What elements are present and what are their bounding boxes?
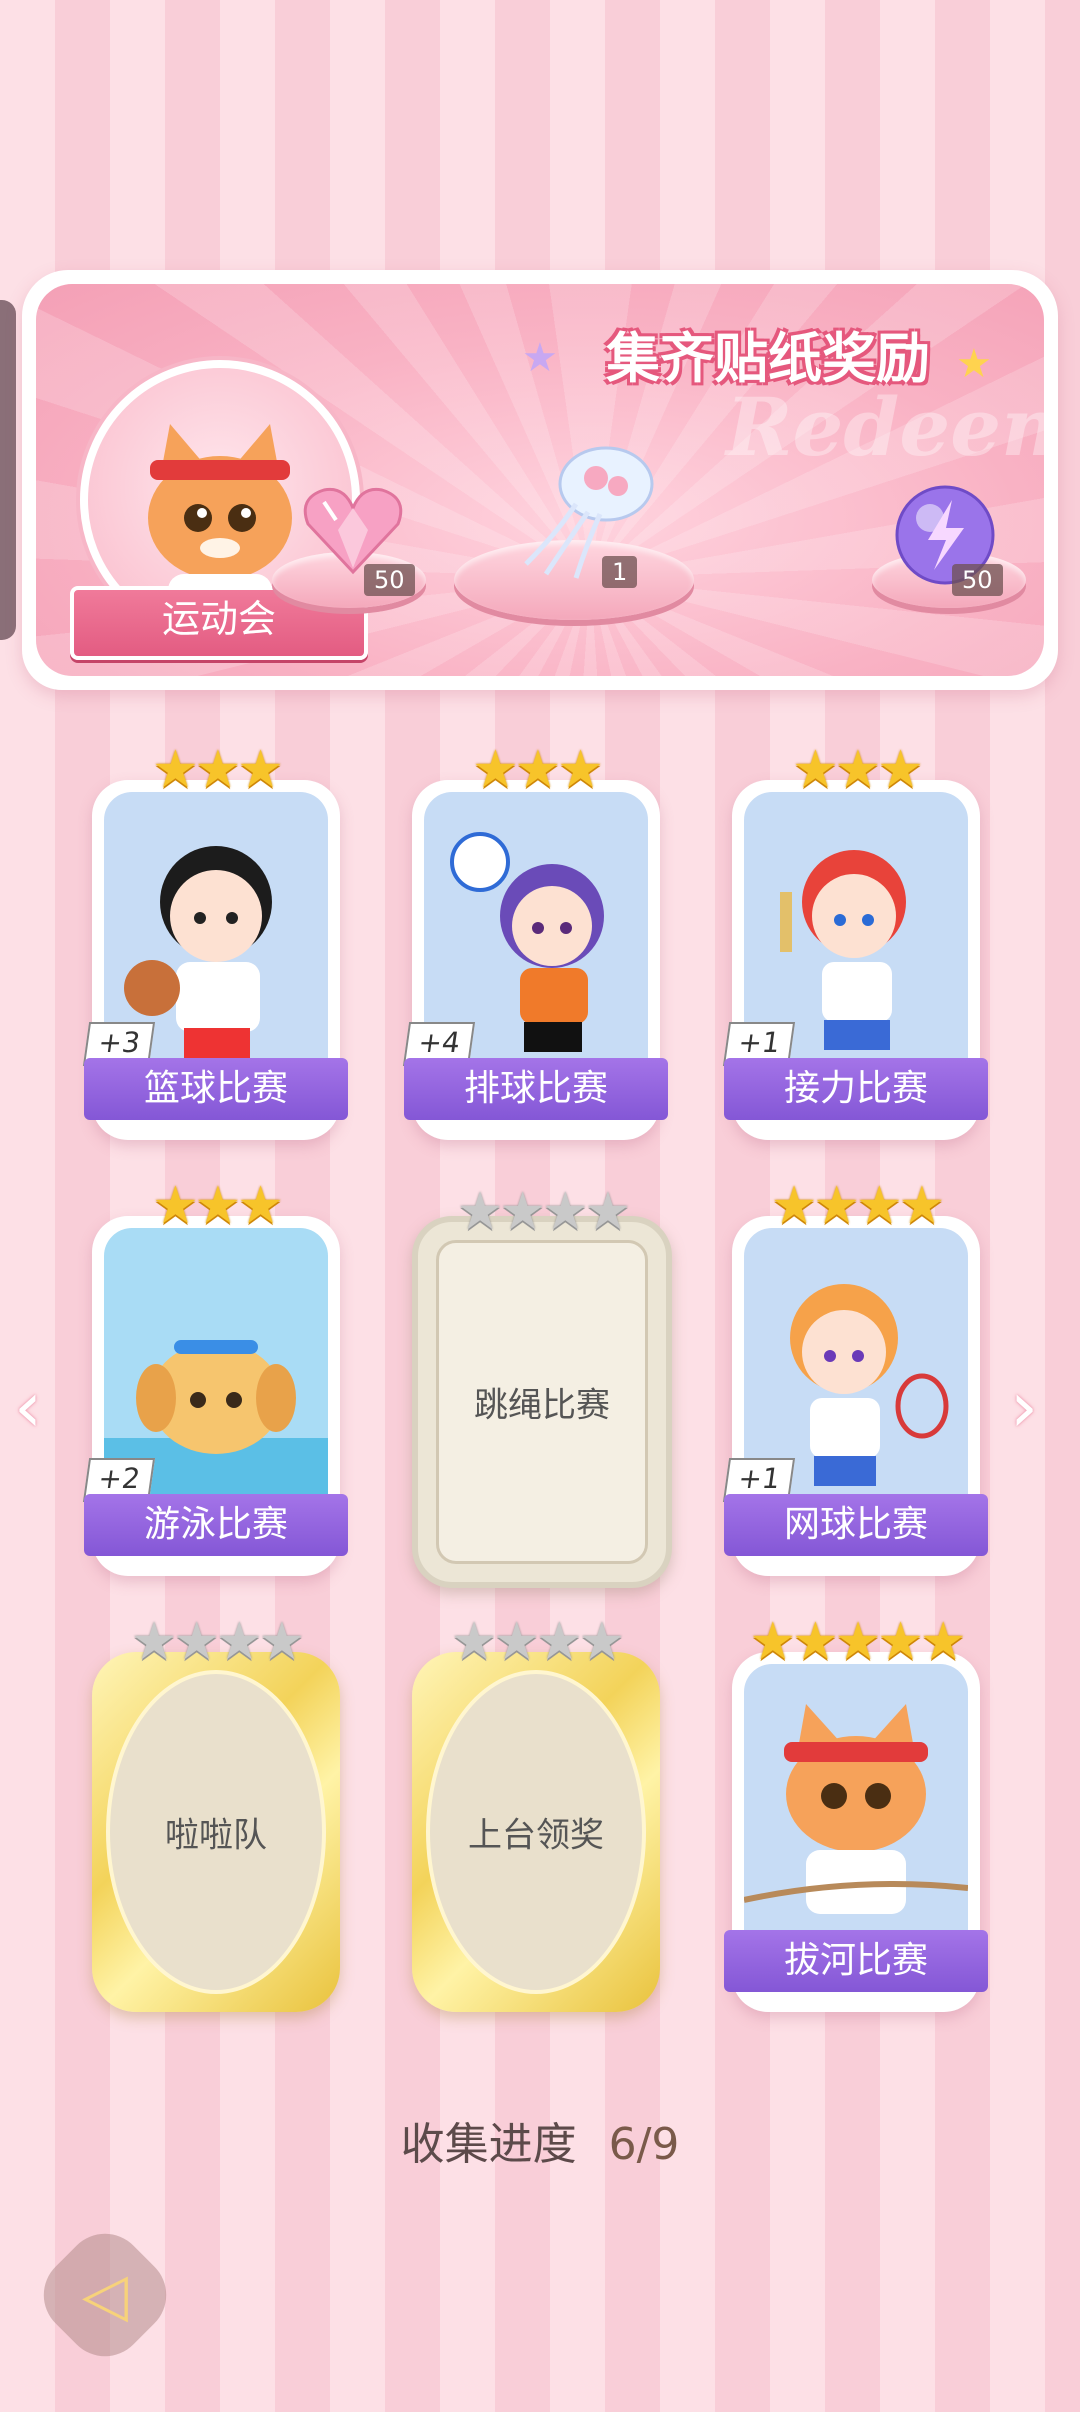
card-label: 网球比赛 bbox=[724, 1494, 988, 1556]
sticker-card-tennis[interactable]: ★★★★ +1 网球比赛 bbox=[722, 1180, 988, 1576]
banner-title: 集齐贴纸奖励 bbox=[606, 327, 930, 390]
progress-value: 6/9 bbox=[608, 2119, 680, 2170]
star-rating: ★★★ bbox=[792, 740, 924, 800]
back-button[interactable]: ◁ bbox=[27, 2217, 183, 2373]
sticker-card-volleyball[interactable]: ★★★ +4 排球比赛 bbox=[402, 744, 668, 1140]
star-rating: ★★★ bbox=[152, 1176, 284, 1236]
sticker-card-relay[interactable]: ★★★ +1 接力比赛 bbox=[722, 744, 988, 1140]
star-rating: ★★★★ bbox=[130, 1612, 305, 1672]
sticker-card-jumprope-locked[interactable]: ★★★★ 跳绳比赛 bbox=[412, 1186, 672, 1588]
star-rating: ★★★★ bbox=[770, 1176, 945, 1236]
card-label: 接力比赛 bbox=[724, 1058, 988, 1120]
card-label: 跳绳比赛 bbox=[474, 1385, 610, 1426]
sticker-card-tugofwar[interactable]: ★★★★★ 拔河比赛 bbox=[724, 1616, 988, 2012]
side-drawer-tab[interactable] bbox=[0, 300, 16, 640]
card-label: 拔河比赛 bbox=[724, 1930, 988, 1992]
reward-count: 1 bbox=[602, 556, 638, 588]
sticker-card-basketball[interactable]: ★★★ +3 篮球比赛 bbox=[82, 744, 348, 1140]
card-label: 上台领奖 bbox=[468, 1815, 604, 1856]
next-page-arrow-icon[interactable]: › bbox=[1010, 1372, 1038, 1442]
progress-label: 收集进度 bbox=[400, 2119, 577, 2170]
sticker-card-award-locked[interactable]: ★★★★ 上台领奖 bbox=[412, 1616, 660, 2012]
star-rating: ★★★★ bbox=[450, 1612, 625, 1672]
prev-page-arrow-icon[interactable]: ‹ bbox=[14, 1372, 42, 1442]
card-label: 啦啦队 bbox=[165, 1815, 267, 1856]
card-label: 篮球比赛 bbox=[84, 1058, 348, 1120]
yellow-star-icon: ★ bbox=[956, 341, 992, 387]
back-arrow-icon: ◁ bbox=[81, 2260, 129, 2330]
card-label: 排球比赛 bbox=[404, 1058, 668, 1120]
collection-progress: 收集进度 6/9 bbox=[0, 2108, 1080, 2172]
star-rating: ★★★ bbox=[472, 740, 604, 800]
card-label: 游泳比赛 bbox=[84, 1494, 348, 1556]
banner-watermark: Redeem bbox=[726, 380, 1044, 474]
star-rating: ★★★★ bbox=[456, 1182, 631, 1242]
sticker-card-cheerleading-locked[interactable]: ★★★★ 啦啦队 bbox=[92, 1616, 340, 2012]
reward-count: 50 bbox=[952, 564, 1003, 596]
reward-count: 50 bbox=[364, 564, 415, 596]
jellyfish-bouquet-icon bbox=[524, 446, 654, 579]
reward-banner: Redeem ★ 集齐贴纸奖励 ★ 运动会 5 bbox=[22, 270, 1058, 690]
sticker-card-swimming[interactable]: ★★★ +2 游泳比赛 bbox=[82, 1180, 348, 1576]
purple-star-icon: ★ bbox=[522, 335, 558, 381]
star-rating: ★★★ bbox=[152, 740, 284, 800]
star-rating: ★★★★★ bbox=[749, 1612, 966, 1672]
